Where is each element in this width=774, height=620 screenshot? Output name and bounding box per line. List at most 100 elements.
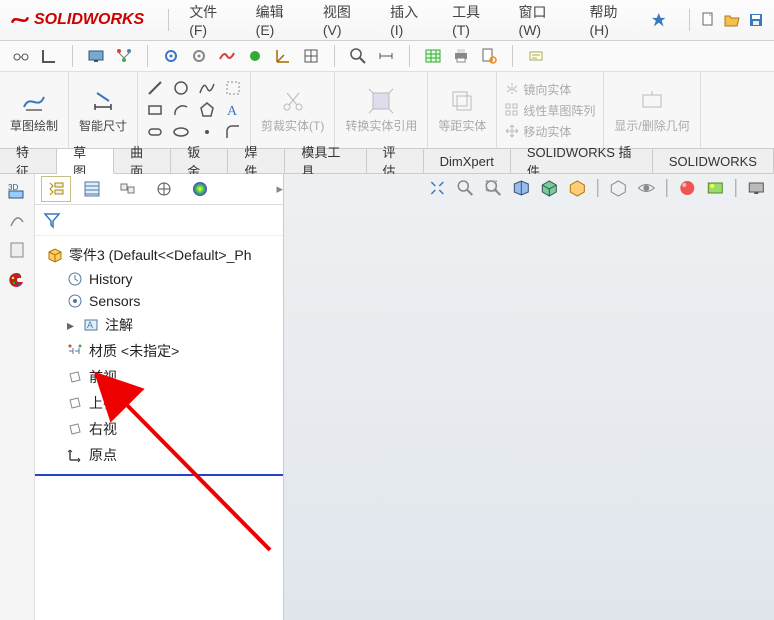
zoom-area-icon[interactable] <box>455 178 475 198</box>
annot-icon: A <box>83 317 99 333</box>
panel-collapse-arrow[interactable]: ▸ <box>276 181 283 197</box>
fp-tab-tree[interactable] <box>41 176 71 202</box>
tree-annot-label: 注解 <box>105 315 133 335</box>
print-icon[interactable] <box>452 47 470 65</box>
menu-window[interactable]: 窗口(W) <box>513 0 574 42</box>
open-doc-icon[interactable] <box>724 12 740 28</box>
fp-tab-dim[interactable] <box>149 176 179 202</box>
gear-gray-icon[interactable] <box>190 47 208 65</box>
section-icon[interactable] <box>511 178 531 198</box>
point-icon[interactable] <box>198 123 216 141</box>
origin-icon <box>67 447 83 463</box>
tab-features[interactable]: 特征 <box>0 149 57 173</box>
tab-dimxpert[interactable]: DimXpert <box>424 149 511 173</box>
palette-icon[interactable] <box>7 270 27 290</box>
polygon-icon[interactable] <box>198 101 216 119</box>
menu-help[interactable]: 帮助(H) <box>584 0 642 42</box>
cmd-trim: 剪裁实体(T) <box>251 72 335 148</box>
axes-icon[interactable] <box>274 47 292 65</box>
dot-green-icon[interactable] <box>246 47 264 65</box>
tab-surfaces[interactable]: 曲面 <box>114 149 171 173</box>
tab-sheetmetal[interactable]: 钣金 <box>171 149 228 173</box>
menu-insert[interactable]: 插入(I) <box>384 0 436 42</box>
display-style-icon[interactable] <box>567 178 587 198</box>
slot-icon[interactable] <box>146 123 164 141</box>
heads-up-toolbar <box>427 178 766 198</box>
eye-icon[interactable] <box>636 178 656 198</box>
tree-top[interactable]: 上视 <box>43 390 279 416</box>
table-green-icon[interactable] <box>424 47 442 65</box>
command-manager: 草图绘制 智能尺寸 A 剪裁实体(T) 转换实体引用 <box>0 72 774 149</box>
filter-icon[interactable] <box>43 211 61 229</box>
fillet-icon[interactable] <box>224 123 242 141</box>
circle-icon[interactable] <box>172 79 190 97</box>
glasses-icon[interactable] <box>12 47 30 65</box>
cmd-display-label: 显示/删除几何 <box>614 117 689 134</box>
grid-icon[interactable] <box>302 47 320 65</box>
previous-view-icon[interactable] <box>483 178 503 198</box>
display-icon[interactable] <box>87 47 105 65</box>
sheet-side-icon[interactable] <box>7 240 27 260</box>
tab-moldtools[interactable]: 模具工具 <box>285 149 366 173</box>
appearance-icon[interactable] <box>677 178 697 198</box>
tree-material[interactable]: 材质 <未指定> <box>43 338 279 364</box>
tab-sw-extra[interactable]: SOLIDWORKS <box>653 149 774 173</box>
arc-icon[interactable] <box>172 101 190 119</box>
app-logo: SOLIDWORKS <box>10 10 144 30</box>
menu-tools[interactable]: 工具(T) <box>446 0 502 42</box>
menu-edit[interactable]: 编辑(E) <box>250 0 307 42</box>
tab-evaluate[interactable]: 评估 <box>367 149 424 173</box>
doc-gear-icon[interactable] <box>480 47 498 65</box>
text-icon[interactable]: A <box>224 101 242 119</box>
rect-icon[interactable] <box>146 101 164 119</box>
tree-front-label: 前视 <box>89 367 117 387</box>
zoom-icon[interactable] <box>349 47 367 65</box>
cmd-smart-dim[interactable]: 智能尺寸 <box>69 72 138 148</box>
cmd-sketch-tools: A <box>138 72 251 148</box>
ellipse-icon[interactable] <box>172 123 190 141</box>
tree-root[interactable]: 零件3 (Default<<Default>_Ph <box>43 242 279 268</box>
rect-dashed-icon[interactable] <box>224 79 242 97</box>
cmd-sketch[interactable]: 草图绘制 <box>0 72 69 148</box>
pin-icon[interactable] <box>651 12 667 28</box>
cmd-sketch-label: 草图绘制 <box>10 117 58 134</box>
fp-tab-config[interactable] <box>113 176 143 202</box>
viewport[interactable] <box>284 174 774 620</box>
wave-icon[interactable] <box>218 47 236 65</box>
tab-weldments[interactable]: 焊件 <box>228 149 285 173</box>
save-icon[interactable] <box>748 12 764 28</box>
tree-history[interactable]: History <box>43 268 279 290</box>
tree-origin[interactable]: 原点 <box>43 442 279 468</box>
render-icon[interactable] <box>746 178 766 198</box>
fp-tab-property[interactable] <box>77 176 107 202</box>
spline-icon[interactable] <box>198 79 216 97</box>
hide-show-icon[interactable] <box>608 178 628 198</box>
caret-icon[interactable]: ▸ <box>67 317 77 334</box>
corner-icon[interactable] <box>40 47 58 65</box>
quick-access-toolbar <box>687 9 774 31</box>
annotation-icon[interactable] <box>527 47 545 65</box>
menu-view[interactable]: 视图(V) <box>317 0 374 42</box>
tab-sw-addins[interactable]: SOLIDWORKS 插件 <box>511 149 653 173</box>
gear-blue-icon[interactable] <box>162 47 180 65</box>
new-doc-icon[interactable] <box>700 12 716 28</box>
tree-sensors[interactable]: Sensors <box>43 290 279 312</box>
measure-icon[interactable] <box>377 47 395 65</box>
divider <box>735 179 736 197</box>
sketch-side-icon[interactable] <box>7 210 27 230</box>
line-icon[interactable] <box>146 79 164 97</box>
tree-front[interactable]: 前视 <box>43 364 279 390</box>
tree-annot[interactable]: ▸ A 注解 <box>43 312 279 338</box>
hierarchy-icon[interactable] <box>115 47 133 65</box>
view3d-icon[interactable]: 3D <box>7 180 27 200</box>
tab-sketch[interactable]: 草图 <box>57 149 114 174</box>
part-icon <box>47 247 63 263</box>
standard-toolbar <box>0 41 774 72</box>
fp-tab-appearance[interactable] <box>185 176 215 202</box>
zoom-fit-icon[interactable] <box>427 178 447 198</box>
tree-right[interactable]: 右视 <box>43 416 279 442</box>
scene-icon[interactable] <box>705 178 725 198</box>
feature-manager-panel: ▸ 零件3 (Default<<Default>_Ph History Sens… <box>35 174 284 620</box>
view-orient-icon[interactable] <box>539 178 559 198</box>
menu-file[interactable]: 文件(F) <box>183 0 239 42</box>
